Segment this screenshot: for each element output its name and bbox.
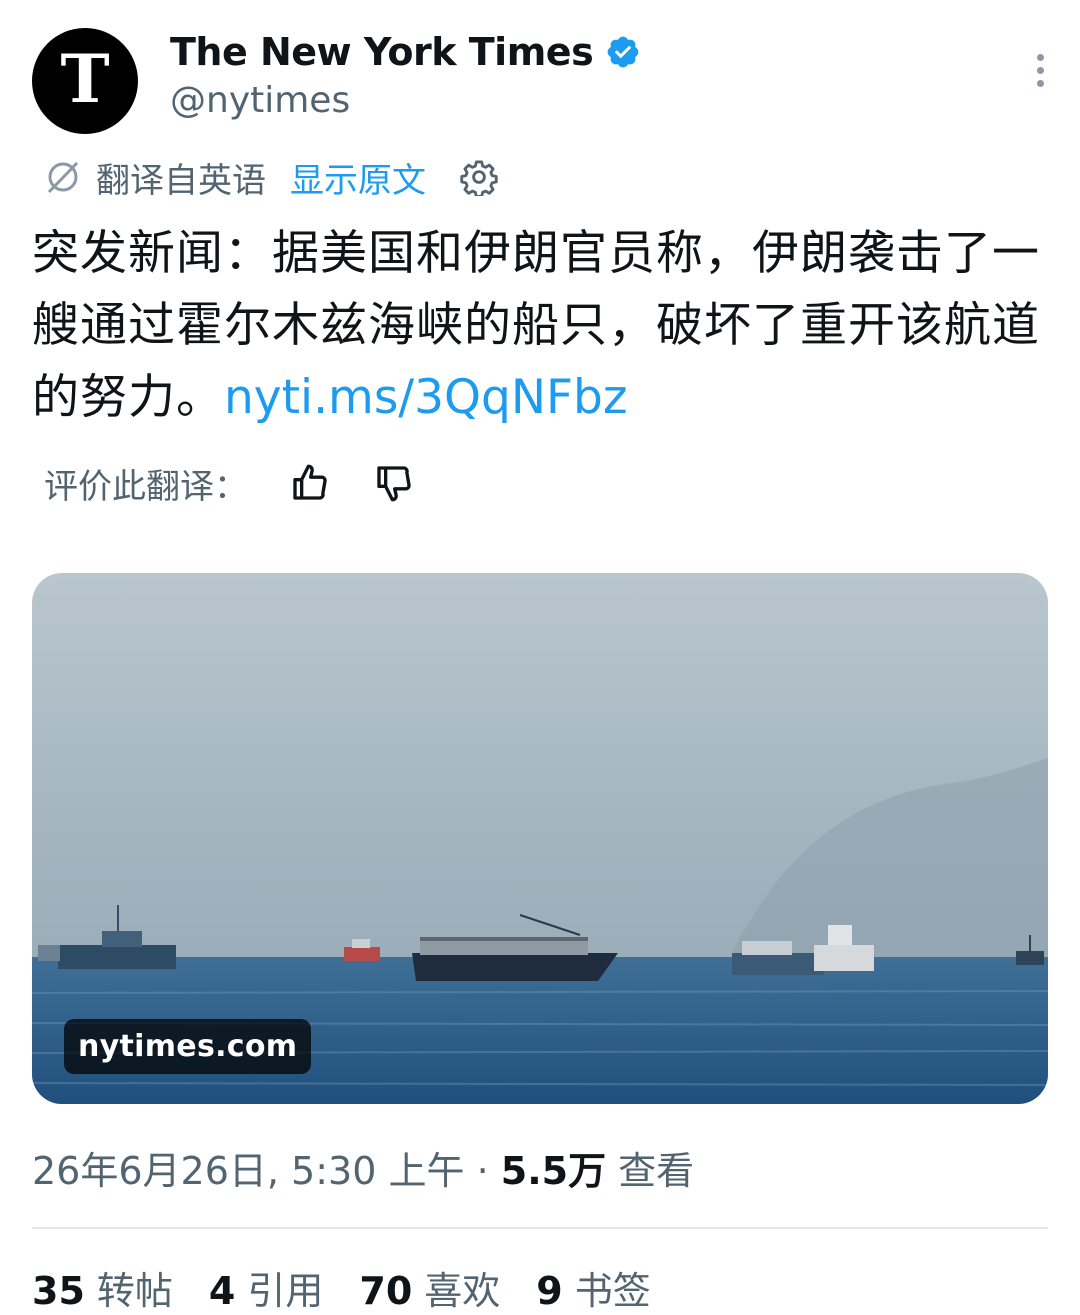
reposts-label: 转帖: [96, 1269, 173, 1313]
tweet-header: T The New York Times @nytimes: [32, 28, 1052, 138]
translate-icon: [47, 161, 79, 194]
bookmarks-count: 9: [536, 1269, 563, 1313]
avatar[interactable]: T: [32, 28, 138, 134]
reposts-count: 35: [32, 1269, 85, 1313]
rate-translation: 评价此翻译：: [44, 458, 414, 508]
handle[interactable]: @nytimes: [170, 80, 350, 121]
likes-label: 喜欢: [424, 1269, 501, 1313]
link-source-badge: nytimes.com: [64, 1019, 312, 1074]
translation-bar: 翻译自英语 显示原文: [44, 153, 498, 202]
likes-count: 70: [359, 1269, 413, 1313]
tweet-text: 突发新闻：据美国和伊朗官员称，伊朗袭击了一艘通过霍尔木兹海峡的船只，破坏了重开该…: [32, 218, 1042, 434]
more-options-icon[interactable]: [1034, 54, 1046, 94]
verified-badge-icon: [607, 36, 639, 68]
translated-from-label: 翻译自英语: [96, 160, 266, 201]
divider: [32, 1227, 1048, 1229]
thumbs-up-icon[interactable]: [290, 463, 330, 503]
tweet-meta: 26年6月26日, 5:30 上午 · 5.5万 查看: [32, 1140, 694, 1195]
views-label: 查看: [618, 1149, 695, 1193]
gear-icon[interactable]: [460, 158, 498, 196]
bookmarks-label: 书签: [574, 1269, 651, 1313]
engagement-stats: 35 转帖 4 引用 70 喜欢 9 书签: [32, 1260, 687, 1315]
quotes-count: 4: [208, 1269, 236, 1313]
quotes-label: 引用: [247, 1269, 324, 1313]
thumbs-down-icon[interactable]: [374, 463, 414, 503]
display-name[interactable]: The New York Times: [170, 30, 594, 74]
quotes-stat[interactable]: 4 引用: [209, 1260, 323, 1315]
reposts-stat[interactable]: 35 转帖: [32, 1260, 173, 1315]
name-row: The New York Times: [170, 30, 641, 74]
show-original-link[interactable]: 显示原文: [290, 153, 426, 202]
views-count: 5.5万: [500, 1149, 607, 1193]
nyt-logo-glyph: T: [60, 40, 110, 118]
timestamp[interactable]: 26年6月26日, 5:30 上午: [32, 1149, 464, 1193]
tweet-link[interactable]: nyti.ms/3QqNFbz: [224, 370, 628, 425]
meta-separator: ·: [476, 1149, 489, 1193]
bookmarks-stat[interactable]: 9 书签: [536, 1260, 650, 1315]
rate-translation-label: 评价此翻译：: [44, 466, 248, 507]
likes-stat[interactable]: 70 喜欢: [359, 1260, 500, 1315]
tweet-image[interactable]: nytimes.com: [32, 573, 1048, 1104]
